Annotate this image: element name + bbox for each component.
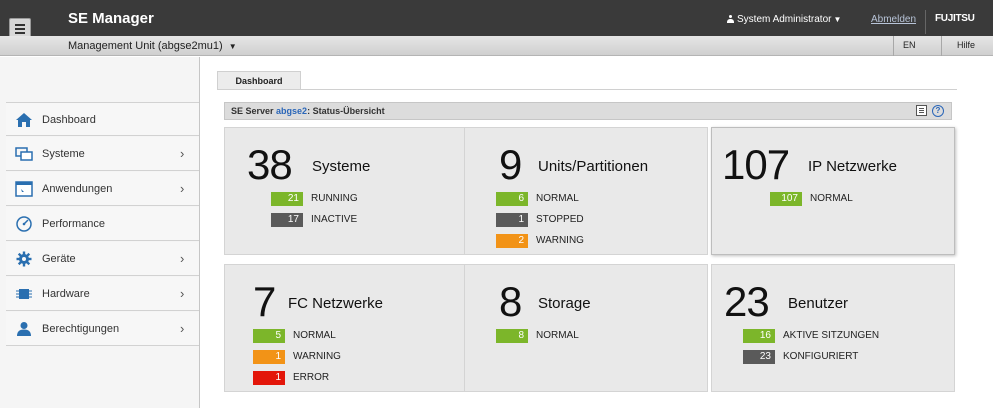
card-title: Benutzer [788,295,849,312]
card-systeme[interactable]: 38 Systeme 21 RUNNING 17 INACTIVE [224,127,468,255]
sidebar-item-label: Systeme [42,148,85,160]
gear-icon [16,251,32,267]
card-count: 107 [722,141,790,188]
card-count: 23 [724,278,770,325]
status-badge: 2 [496,234,528,248]
user-menu[interactable]: System Administrator ▼ [727,14,841,25]
status-label: NORMAL [293,330,336,341]
status-badge: 1 [253,371,285,385]
divider [941,36,942,56]
sidebar-item-label: Performance [42,218,105,230]
sidebar-item-hardware[interactable]: Hardware › [6,277,199,311]
status-badge: 5 [253,329,285,343]
card-storage[interactable]: 8 Storage 8 NORMAL [464,264,708,392]
status-label: ERROR [293,372,330,383]
sidebar-item-dashboard[interactable]: Dashboard [6,102,199,136]
app-title: SE Manager [68,10,154,27]
divider [893,36,894,56]
card-title: FC Netzwerke [288,295,384,312]
status-label: RUNNING [311,193,358,204]
sidebar-item-label: Anwendungen [42,183,113,195]
panel-title-suffix: : Status-Übersicht [307,106,385,116]
card-fc-netzwerke[interactable]: 7 FC Netzwerke 5 NORMAL 1 WARNING 1 ERRO… [224,264,468,392]
list-view-icon[interactable] [916,105,927,116]
management-unit-select[interactable]: Management Unit (abgse2mu1) ▼ [68,40,237,52]
status-label: KONFIGURIERT [783,351,859,362]
brand-logo: FUJITSU [935,13,975,24]
card-ip-netzwerke[interactable]: 107 IP Netzwerke 107 NORMAL [711,127,955,255]
main-content: Dashboard SE Server abgse2: Status-Übers… [201,57,993,408]
help-icon[interactable]: ? [932,105,944,117]
language-button[interactable]: EN [903,40,916,50]
status-label: NORMAL [810,193,853,204]
card-count: 7 [253,278,276,325]
app-window: SE Manager System Administrator ▼ Abmelde… [0,0,993,408]
gauge-icon [16,216,32,232]
sidebar: Dashboard Systeme › Anwendungen › Perfor… [0,57,200,408]
logout-link[interactable]: Abmelden [871,14,916,25]
management-unit-label: Management Unit (abgse2mu1) [68,40,223,52]
chip-icon [16,289,32,299]
user-icon [727,15,734,23]
panel-title-prefix: SE Server [231,106,274,116]
status-badge: 1 [496,213,528,227]
status-badge: 8 [496,329,528,343]
status-badge: 6 [496,192,528,206]
tab-dashboard[interactable]: Dashboard [217,71,301,90]
divider [925,10,926,34]
card-title: Systeme [312,158,371,175]
sidebar-item-label: Dashboard [42,114,96,126]
status-badge: 17 [271,213,303,227]
panel-title: SE Server abgse2: Status-Übersicht [231,106,385,116]
chevron-right-icon: › [180,181,185,196]
monitor-icon [15,147,33,161]
server-name: abgse2 [276,106,308,116]
card-title: IP Netzwerke [808,158,897,175]
status-label: STOPPED [536,214,584,225]
sidebar-item-systeme[interactable]: Systeme › [6,137,199,171]
unit-bar: Management Unit (abgse2mu1) ▼ EN Hilfe [0,36,993,56]
home-icon [16,113,32,127]
card-count: 38 [247,141,293,188]
divider [217,89,957,90]
card-count: 8 [499,278,522,325]
chevron-right-icon: › [180,251,185,266]
status-label: AKTIVE SITZUNGEN [783,330,880,341]
card-title: Units/Partitionen [538,158,649,175]
status-badge: 21 [271,192,303,206]
status-badge: 23 [743,350,775,364]
help-button[interactable]: Hilfe [957,40,975,50]
status-label: NORMAL [536,330,579,341]
sidebar-item-berechtigungen[interactable]: Berechtigungen › [6,312,199,346]
card-units-partitionen[interactable]: 9 Units/Partitionen 6 NORMAL 1 STOPPED 2… [464,127,708,255]
user-menu-label: System Administrator [737,14,832,25]
status-label: WARNING [536,235,584,246]
status-label: NORMAL [536,193,579,204]
sidebar-item-label: Geräte [42,253,76,265]
user-icon [17,322,31,336]
sidebar-item-label: Hardware [42,288,90,300]
status-badge: 16 [743,329,775,343]
caret-down-icon: ▼ [833,15,842,24]
sidebar-item-label: Berechtigungen [42,323,120,335]
sidebar-item-performance[interactable]: Performance [6,207,199,241]
sidebar-item-anwendungen[interactable]: Anwendungen › [6,172,199,206]
card-title: Storage [538,295,591,312]
status-badge: 1 [253,350,285,364]
card-benutzer[interactable]: 23 Benutzer 16 AKTIVE SITZUNGEN 23 KONFI… [711,264,955,392]
caret-down-icon: ▼ [228,42,237,51]
chevron-right-icon: › [180,321,185,336]
status-label: WARNING [293,351,341,362]
sidebar-item-geraete[interactable]: Geräte › [6,242,199,276]
chevron-right-icon: › [180,146,185,161]
application-window-icon [15,181,33,197]
status-label: INACTIVE [311,214,358,225]
chevron-right-icon: › [180,286,185,301]
card-count: 9 [499,141,522,188]
status-badge: 107 [770,192,802,206]
panel-header: SE Server abgse2: Status-Übersicht ? [224,102,952,120]
